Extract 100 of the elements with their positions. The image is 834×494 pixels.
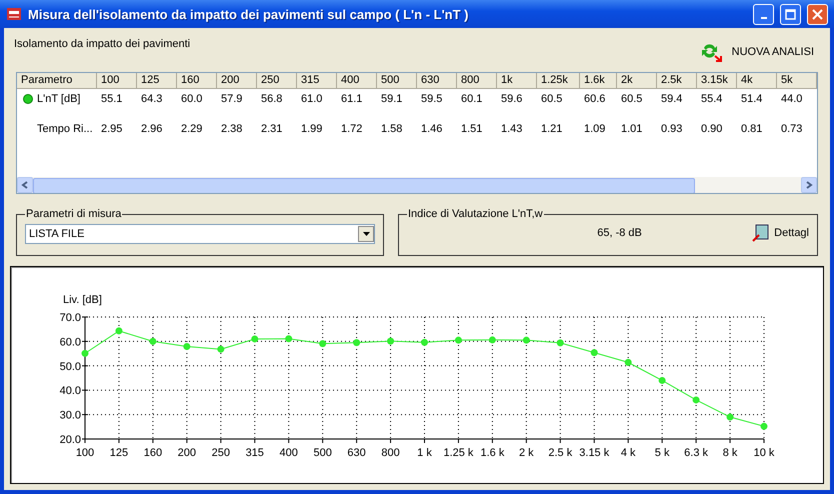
close-button[interactable] [807,4,828,24]
window-title: Misura dell'isolamento da impatto dei pavimenti sul campo ( L'n - L'nT ) [28,6,470,22]
table-cell-text: 51.4 [740,92,764,107]
column-header[interactable]: 200 [217,73,257,89]
column-header[interactable]: 160 [177,73,217,89]
refresh-icon [700,42,722,62]
column-header[interactable]: 800 [457,73,497,89]
column-header[interactable]: 4k [737,73,777,89]
tick-label: 250 [212,447,230,459]
axis-title: Liv. [dB] [63,294,102,306]
table-cell-text: 61.1 [340,92,364,107]
tick-label: 40.0 [60,385,81,398]
tick-label: 60.0 [60,336,81,348]
tick-label: 4 k [620,447,636,459]
tick-label: 2 k [519,447,534,459]
column-header[interactable]: 315 [297,73,337,89]
horizontal-scrollbar[interactable] [17,177,817,193]
data-point [624,358,632,366]
table-cell-text: 1.09 [583,122,606,137]
column-header[interactable]: 1k [497,73,537,89]
table-cell-text: 61.0 [300,92,324,107]
table-cell-text: 1.46 [420,122,444,137]
data-point [760,422,768,430]
tick-label: 500 [313,447,332,459]
data-point [726,414,734,421]
column-header[interactable]: 1.25k [537,73,580,89]
table-cell-text: 2.29 [180,122,204,137]
tick-label: 200 [178,447,196,459]
table-cell-text: 1.21 [540,122,564,137]
tick-label: 160 [144,447,162,459]
column-header[interactable]: 100 [97,73,137,89]
data-point [82,350,88,357]
table-cell-text: 60.5 [540,92,564,107]
data-point [658,376,666,384]
tick-label: 50.0 [60,360,81,373]
tick-label: 630 [347,447,366,459]
data-point [454,336,462,344]
row-label: Tempo Ri... [37,123,93,135]
column-header[interactable]: Parametro [17,73,97,89]
table-cell-text: 2.96 [140,122,164,137]
table-cell-text: 2.31 [260,122,284,137]
data-point [183,343,190,350]
table-cell-text: 57.9 [220,92,244,107]
app-icon [6,6,22,22]
data-point [149,338,156,345]
details-button[interactable]: Dettagl [752,224,809,242]
data-point [115,327,122,334]
tick-label: 2.5 k [548,447,572,459]
data-point [353,339,360,346]
column-header[interactable]: 125 [137,73,177,89]
group-title: Parametri di misura [25,208,122,220]
table-cell-text: 60.5 [620,92,644,107]
column-header[interactable]: 5k [777,73,817,89]
table-cell-text: 1.58 [380,122,404,137]
index-value: 65, -8 dB [596,227,643,239]
table-cell-text: 0.73 [780,122,804,137]
table-cell-text: 59.1 [380,92,404,107]
data-point [488,336,496,344]
column-header[interactable]: 630 [417,73,457,89]
data-point [387,338,394,345]
group-title: Indice di Valutazione L'nT,w [407,208,544,220]
tick-label: 1.6 k [480,447,504,459]
table-cell-text: 1.72 [340,122,364,137]
column-header[interactable]: 2k [617,73,657,89]
parameters-dropdown[interactable]: LISTA FILE [25,224,375,244]
table-cell-text: 2.95 [100,122,124,137]
tick-label: 5 k [654,447,670,459]
tick-label: 10 k [754,447,774,459]
row-label: L'nT [dB] [37,93,80,105]
new-analysis-button[interactable]: NUOVA ANALISI [694,42,820,62]
table-cell-text: 55.4 [700,92,724,107]
tick-label: 800 [381,447,400,459]
column-header[interactable]: 1.6k [580,73,617,89]
table-cell-text: 2.38 [220,122,244,137]
tick-label: 6.3 k [684,447,708,459]
table-cell-text: 60.0 [180,92,204,107]
tick-label: 30.0 [60,410,81,422]
maximize-icon [785,8,796,20]
maximize-button[interactable] [780,4,801,24]
table-cell-text: 56.8 [260,92,284,107]
tick-label: 315 [246,447,264,459]
table-cell-text: 0.81 [740,122,764,137]
minimize-button[interactable] [753,4,774,24]
table-cell-text: 1.01 [620,122,644,137]
table-cell-text: 59.5 [420,92,444,107]
data-point [692,396,700,404]
document-icon [752,224,770,242]
column-header[interactable]: 3.15k [697,73,737,89]
column-header[interactable]: 500 [377,73,417,89]
data-point [522,336,530,344]
table-cell-text: 60.1 [460,92,484,107]
table-cell-text: 1.51 [460,122,484,137]
data-point [421,338,428,346]
table-cell-text: 44.0 [780,92,804,107]
column-header[interactable]: 250 [257,73,297,89]
data-point [251,335,258,342]
column-header[interactable]: 2.5k [657,73,697,89]
data-point [319,340,326,348]
column-header[interactable]: 400 [337,73,377,89]
tick-label: 100 [76,447,94,459]
